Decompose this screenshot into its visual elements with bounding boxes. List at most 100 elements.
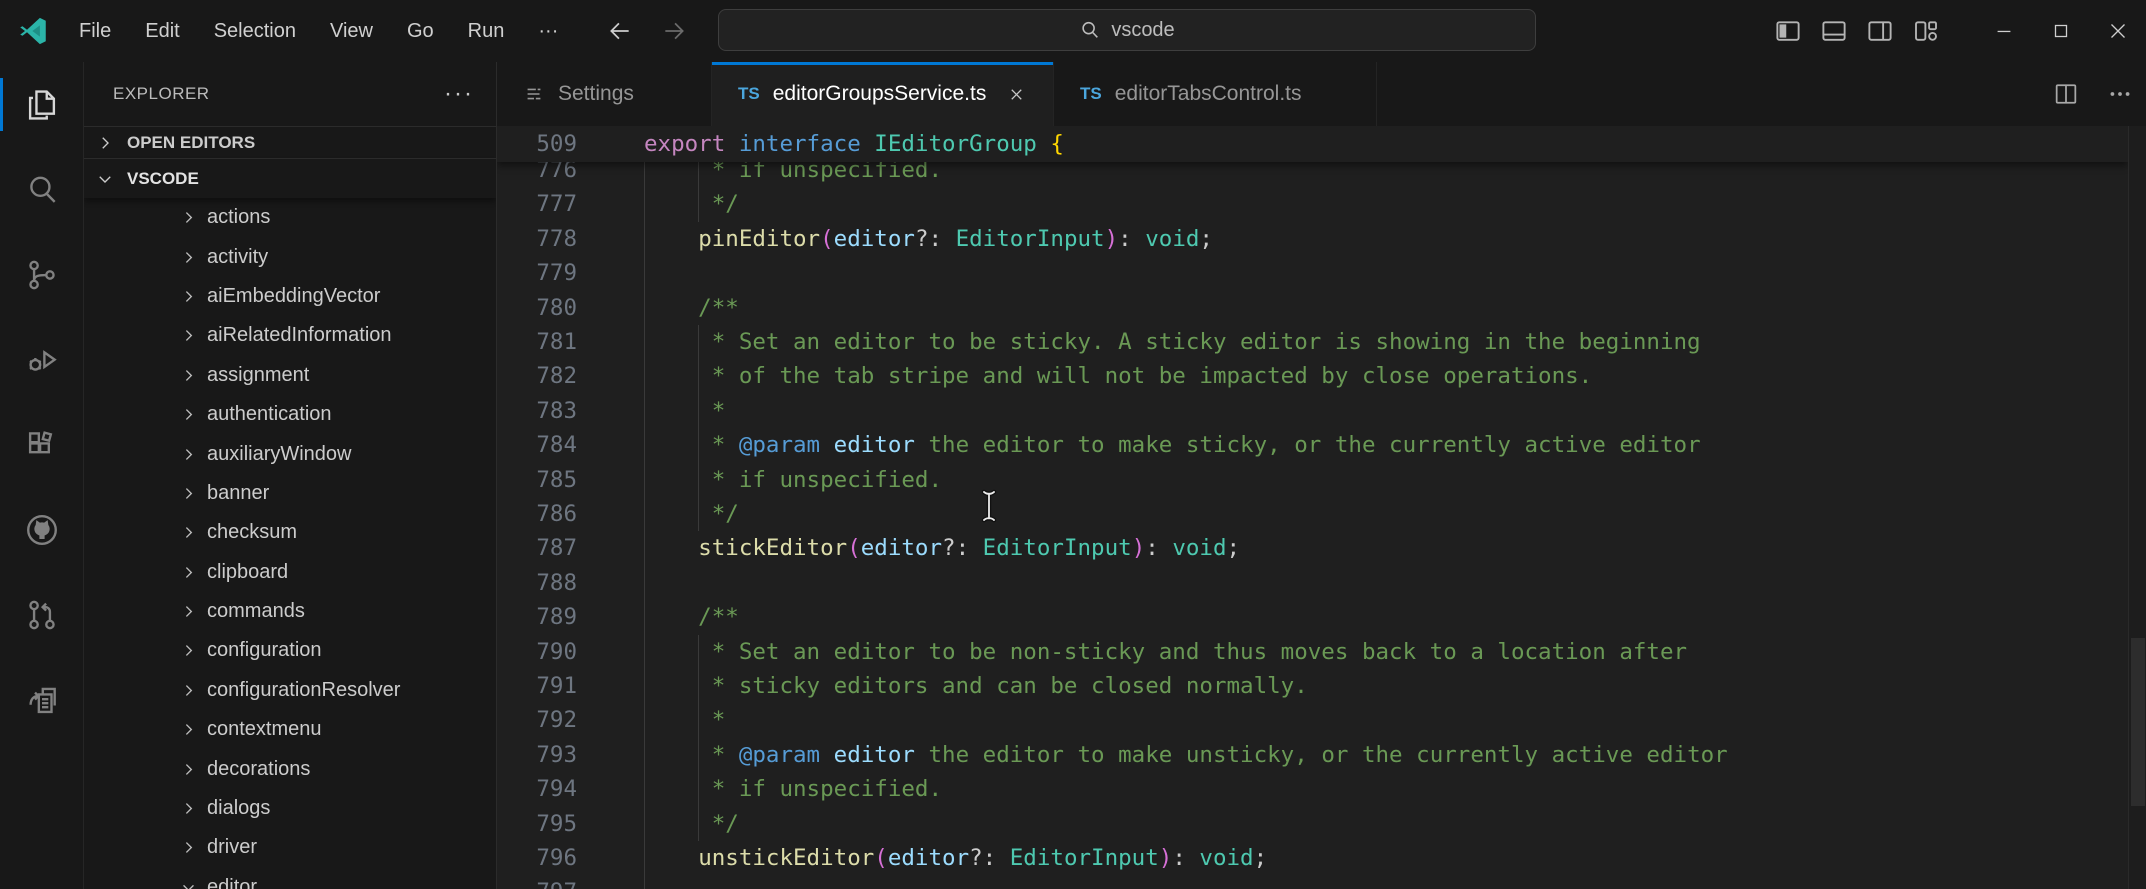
tree-item-editor[interactable]: editor — [84, 868, 496, 889]
chevron-right-icon — [180, 367, 197, 384]
customize-layout-button[interactable] — [1903, 0, 1949, 62]
code-token: interface — [739, 131, 861, 157]
chevron-right-icon — [180, 288, 197, 305]
code-line-783: 783 * — [497, 394, 2127, 428]
vscode-logo — [18, 16, 48, 46]
tab-settings[interactable]: Settings — [497, 62, 712, 126]
activity-bar-item-extensions[interactable] — [0, 402, 83, 487]
tree-item-dialogs[interactable]: dialogs — [84, 789, 496, 828]
activity-bar — [0, 62, 84, 889]
tree-item-banner[interactable]: banner — [84, 474, 496, 513]
explorer-more-actions-button[interactable]: ··· — [444, 89, 474, 99]
code-token: editor — [861, 535, 942, 561]
tree-item-assignment[interactable]: assignment — [84, 356, 496, 395]
activity-bar-item-github[interactable] — [0, 487, 83, 572]
code-token: * if unspecified. — [644, 776, 942, 802]
code-token: * — [644, 398, 725, 424]
menu-selection[interactable]: Selection — [197, 0, 313, 62]
tree-item-auxiliaryWindow[interactable]: auxiliaryWindow — [84, 434, 496, 473]
tree-item-authentication[interactable]: authentication — [84, 395, 496, 434]
tree-item-configurationResolver[interactable]: configurationResolver — [84, 671, 496, 710]
code-line-content: * Set an editor to be non-sticky and thu… — [644, 635, 1687, 669]
activity-bar-item-references[interactable] — [0, 657, 83, 742]
github-pull-requests-icon — [23, 596, 61, 634]
tree-item-aiEmbeddingVector[interactable]: aiEmbeddingVector — [84, 277, 496, 316]
tree-item-actions[interactable]: actions — [84, 198, 496, 237]
tree-item-contextmenu[interactable]: contextmenu — [84, 710, 496, 749]
code-token: ; — [1254, 845, 1268, 871]
more-actions-button[interactable] — [2106, 80, 2134, 108]
code-line-797: 797 — [497, 875, 2127, 889]
line-number: 792 — [497, 703, 577, 737]
chevron-right-icon — [180, 564, 197, 581]
code-token: EditorInput — [956, 226, 1105, 252]
activity-bar-item-run-and-debug[interactable] — [0, 317, 83, 402]
code-line-content: * @param editor the editor to make stick… — [644, 428, 1701, 462]
tab-editorgroupsservice-ts[interactable]: TSeditorGroupsService.ts — [712, 62, 1054, 126]
minimize-button[interactable] — [1975, 0, 2032, 62]
tree-item-configuration[interactable]: configuration — [84, 631, 496, 670]
toggle-panel-button[interactable] — [1811, 0, 1857, 62]
command-center-search[interactable]: vscode — [718, 9, 1536, 51]
code-editor[interactable]: 509export interface IEditorGroup { 776 *… — [497, 126, 2146, 889]
code-token: * — [644, 707, 725, 733]
code-token: */ — [644, 811, 739, 837]
editor-scrollbar[interactable] — [2128, 126, 2146, 889]
navigate-forward-button[interactable] — [652, 14, 696, 48]
tree-item-commands[interactable]: commands — [84, 592, 496, 631]
minimize-icon — [1993, 20, 2015, 42]
code-token: * — [644, 742, 739, 768]
toggle-primary-sidebar-button[interactable] — [1765, 0, 1811, 62]
navigate-back-button[interactable] — [598, 14, 642, 48]
menu-go[interactable]: Go — [390, 0, 451, 62]
scrollbar-thumb[interactable] — [2131, 638, 2145, 806]
search-icon — [1079, 19, 1101, 41]
code-line-content: */ — [644, 497, 739, 531]
split-editor-button[interactable] — [2052, 80, 2080, 108]
code-token: void — [1172, 535, 1226, 561]
arrow-right-icon — [661, 18, 687, 44]
tree-item-decorations[interactable]: decorations — [84, 749, 496, 788]
activity-bar-item-github-pull-requests[interactable] — [0, 572, 83, 657]
tree-item-label: assignment — [207, 364, 309, 387]
activity-bar-item-search[interactable] — [0, 147, 83, 232]
code-token: ; — [1227, 535, 1241, 561]
tab-label: Settings — [558, 82, 634, 106]
menu-view[interactable]: View — [313, 0, 390, 62]
close-window-button[interactable] — [2089, 0, 2146, 62]
menu-moremoremore[interactable]: ··· — [521, 0, 575, 62]
tree-item-clipboard[interactable]: clipboard — [84, 553, 496, 592]
code-token: { — [1050, 131, 1064, 157]
editor-actions — [2052, 62, 2134, 126]
code-token: */ — [644, 501, 739, 527]
code-line-content: /** — [644, 600, 739, 634]
text-cursor-pointer — [980, 488, 998, 524]
chevron-down-icon — [96, 170, 114, 188]
maximize-button[interactable] — [2032, 0, 2089, 62]
code-token: ( — [847, 535, 861, 561]
tree-item-checksum[interactable]: checksum — [84, 513, 496, 552]
line-number: 781 — [497, 325, 577, 359]
tree-item-driver[interactable]: driver — [84, 828, 496, 867]
code-token: */ — [644, 191, 739, 217]
tab-editortabscontrol-ts[interactable]: TSeditorTabsControl.ts — [1054, 62, 1377, 126]
workspace-root-section-header[interactable]: VSCODE — [84, 158, 496, 198]
menu-edit[interactable]: Edit — [128, 0, 196, 62]
tree-item-activity[interactable]: activity — [84, 237, 496, 276]
code-line-content: pinEditor(editor?: EditorInput): void; — [644, 222, 1213, 256]
menu-run[interactable]: Run — [451, 0, 522, 62]
code-token: * Set an editor to be sticky. A sticky e… — [644, 329, 1701, 355]
code-token: ?: — [915, 226, 956, 252]
close-tab-button[interactable] — [1007, 85, 1026, 104]
code-line-content: */ — [644, 807, 739, 841]
menu-file[interactable]: File — [62, 0, 128, 62]
activity-bar-item-explorer[interactable] — [0, 62, 83, 147]
sticky-scroll-line[interactable]: 509export interface IEditorGroup { — [497, 126, 2128, 162]
open-editors-section-header[interactable]: OPEN EDITORS — [84, 126, 496, 158]
code-line-794: 794 * if unspecified. — [497, 772, 2127, 806]
toggle-secondary-sidebar-button[interactable] — [1857, 0, 1903, 62]
code-token: ) — [1159, 845, 1173, 871]
tree-item-aiRelatedInformation[interactable]: aiRelatedInformation — [84, 316, 496, 355]
activity-bar-item-source-control[interactable] — [0, 232, 83, 317]
code-token: ; — [1199, 226, 1213, 252]
